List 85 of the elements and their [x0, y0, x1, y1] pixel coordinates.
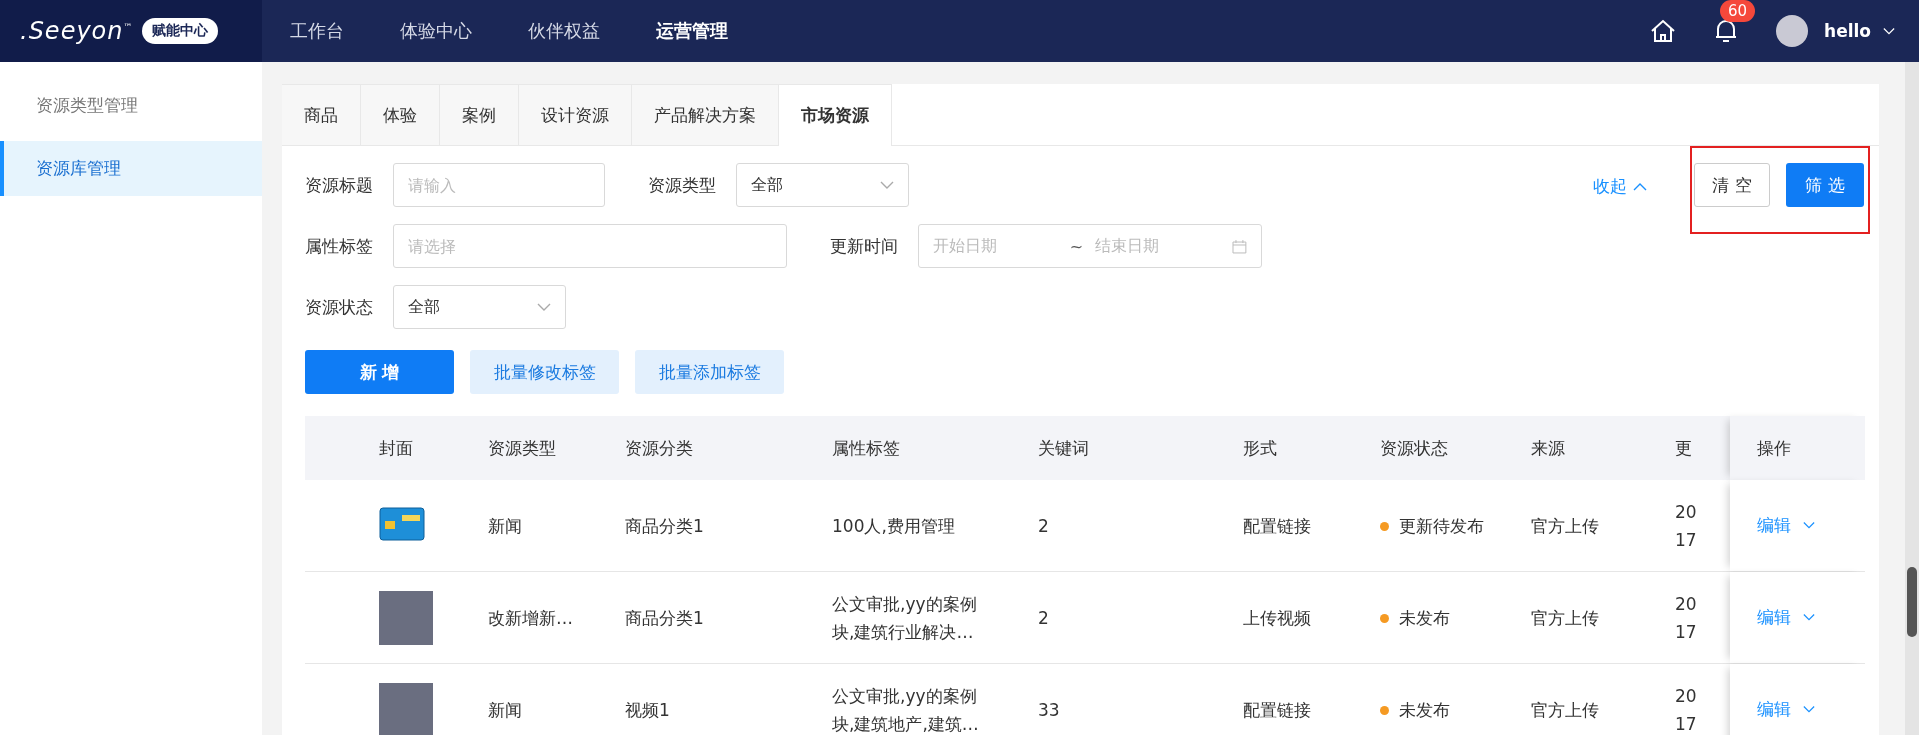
table-cell-text: 新闻: [488, 514, 523, 538]
action-button[interactable]: 批量修改标签: [470, 350, 619, 394]
sidebar-item[interactable]: 资源类型管理: [0, 78, 262, 133]
table-cell-text: 官方上传: [1531, 606, 1600, 630]
table-cell-text: 块,建筑行业解决…: [832, 620, 975, 644]
calendar-icon[interactable]: [1232, 238, 1247, 254]
notification-badge: 60: [1720, 0, 1756, 22]
table-cell-text: 100人,费用管理: [832, 514, 956, 538]
field-label: 资源状态: [305, 295, 374, 319]
tags-input[interactable]: 请选择: [393, 224, 787, 268]
status-text: 更新待发布: [1399, 514, 1485, 538]
chevron-down-icon[interactable]: [1803, 521, 1815, 530]
table-cell-text: 块,建筑地产,建筑…: [832, 712, 980, 735]
type-select[interactable]: 全部: [736, 163, 909, 207]
nav-item[interactable]: 工作台: [290, 19, 344, 43]
table-cell-text: 官方上传: [1531, 514, 1600, 538]
chevron-down-icon[interactable]: [1803, 705, 1815, 714]
avatar[interactable]: [1776, 15, 1809, 47]
column-header: 属性标签: [832, 436, 901, 460]
column-header: 封面: [379, 436, 414, 460]
table-cell-text: 17: [1675, 712, 1698, 735]
column-header: 操作: [1757, 436, 1791, 460]
chevron-down-icon[interactable]: [1803, 613, 1815, 622]
table-cell-text: 商品分类1: [625, 514, 705, 538]
table-cell-text: 20: [1675, 500, 1698, 524]
column-header: 形式: [1243, 436, 1278, 460]
tab[interactable]: 设计资源: [519, 84, 632, 145]
tab[interactable]: 案例: [440, 84, 519, 145]
column-header: 来源: [1531, 436, 1566, 460]
table-cell-text: 视频1: [625, 698, 671, 722]
action-button[interactable]: 新 增: [305, 350, 454, 394]
table-cell-text: 公文审批,yy的案例: [832, 684, 978, 708]
table-cell-text: 配置链接: [1243, 514, 1312, 538]
table-cell-text: 公文审批,yy的案例: [832, 592, 978, 616]
status-text: 未发布: [1399, 606, 1451, 630]
nav-item[interactable]: 伙伴权益: [528, 19, 600, 43]
table-cell-text: 20: [1675, 684, 1698, 708]
field-label: 资源类型: [648, 173, 717, 197]
photo-placeholder: [379, 682, 433, 735]
column-header: 关键词: [1038, 436, 1090, 460]
clear-button[interactable]: 清 空: [1694, 163, 1770, 207]
field-label: 资源标题: [305, 173, 374, 197]
table-cell-text: 配置链接: [1243, 698, 1312, 722]
table-cell-text: 17: [1675, 528, 1698, 552]
table-cell-text: 商品分类1: [625, 606, 705, 630]
table-cell-text: 2: [1038, 606, 1050, 630]
date-range-field[interactable]: 开始日期 ~ 结束日期: [918, 224, 1262, 268]
filter-button[interactable]: 筛 选: [1786, 163, 1864, 207]
status-text: 未发布: [1399, 698, 1451, 722]
bell-icon[interactable]: [1714, 18, 1739, 44]
card-icon: [379, 506, 425, 541]
photo-placeholder: [379, 590, 433, 645]
home-icon[interactable]: [1650, 18, 1677, 44]
table-cell-text: 33: [1038, 698, 1061, 722]
chevron-up-icon[interactable]: [1633, 182, 1647, 191]
logo: .Seeyon$^{™}$: [20, 17, 134, 45]
table-cell-text: 新闻: [488, 698, 523, 722]
action-button[interactable]: 批量添加标签: [635, 350, 784, 394]
logo-badge: 赋能中心: [141, 18, 218, 44]
nav-item[interactable]: 运营管理: [656, 19, 728, 43]
chevron-down-icon[interactable]: [880, 180, 894, 190]
nav-item[interactable]: 体验中心: [400, 19, 472, 43]
field-label: 属性标签: [305, 234, 374, 258]
column-header: 资源分类: [625, 436, 694, 460]
table-cell-text: 上传视频: [1243, 606, 1312, 630]
table-cell-text: 2: [1038, 514, 1050, 538]
column-header: 资源状态: [1380, 436, 1449, 460]
tab[interactable]: 产品解决方案: [632, 84, 779, 145]
tab[interactable]: 体验: [361, 84, 440, 145]
table-cell-text: 17: [1675, 620, 1698, 644]
sidebar-item[interactable]: 资源库管理: [0, 141, 262, 196]
table-cell-text: 20: [1675, 592, 1698, 616]
tab[interactable]: 商品: [282, 84, 361, 145]
status-select[interactable]: 全部: [393, 285, 566, 329]
column-header: 更: [1675, 436, 1693, 460]
field-label: 更新时间: [830, 234, 899, 258]
table-cell-text: 改新增新…: [488, 606, 574, 630]
title-input[interactable]: 请输入: [393, 163, 605, 207]
tab[interactable]: 市场资源: [779, 84, 892, 146]
user-name[interactable]: hello: [1824, 21, 1871, 41]
caret-icon[interactable]: [1883, 26, 1895, 36]
scrollbar[interactable]: [1905, 62, 1919, 735]
table-cell-text: 官方上传: [1531, 698, 1600, 722]
column-header: 资源类型: [488, 436, 557, 460]
chevron-down-icon[interactable]: [537, 302, 551, 312]
